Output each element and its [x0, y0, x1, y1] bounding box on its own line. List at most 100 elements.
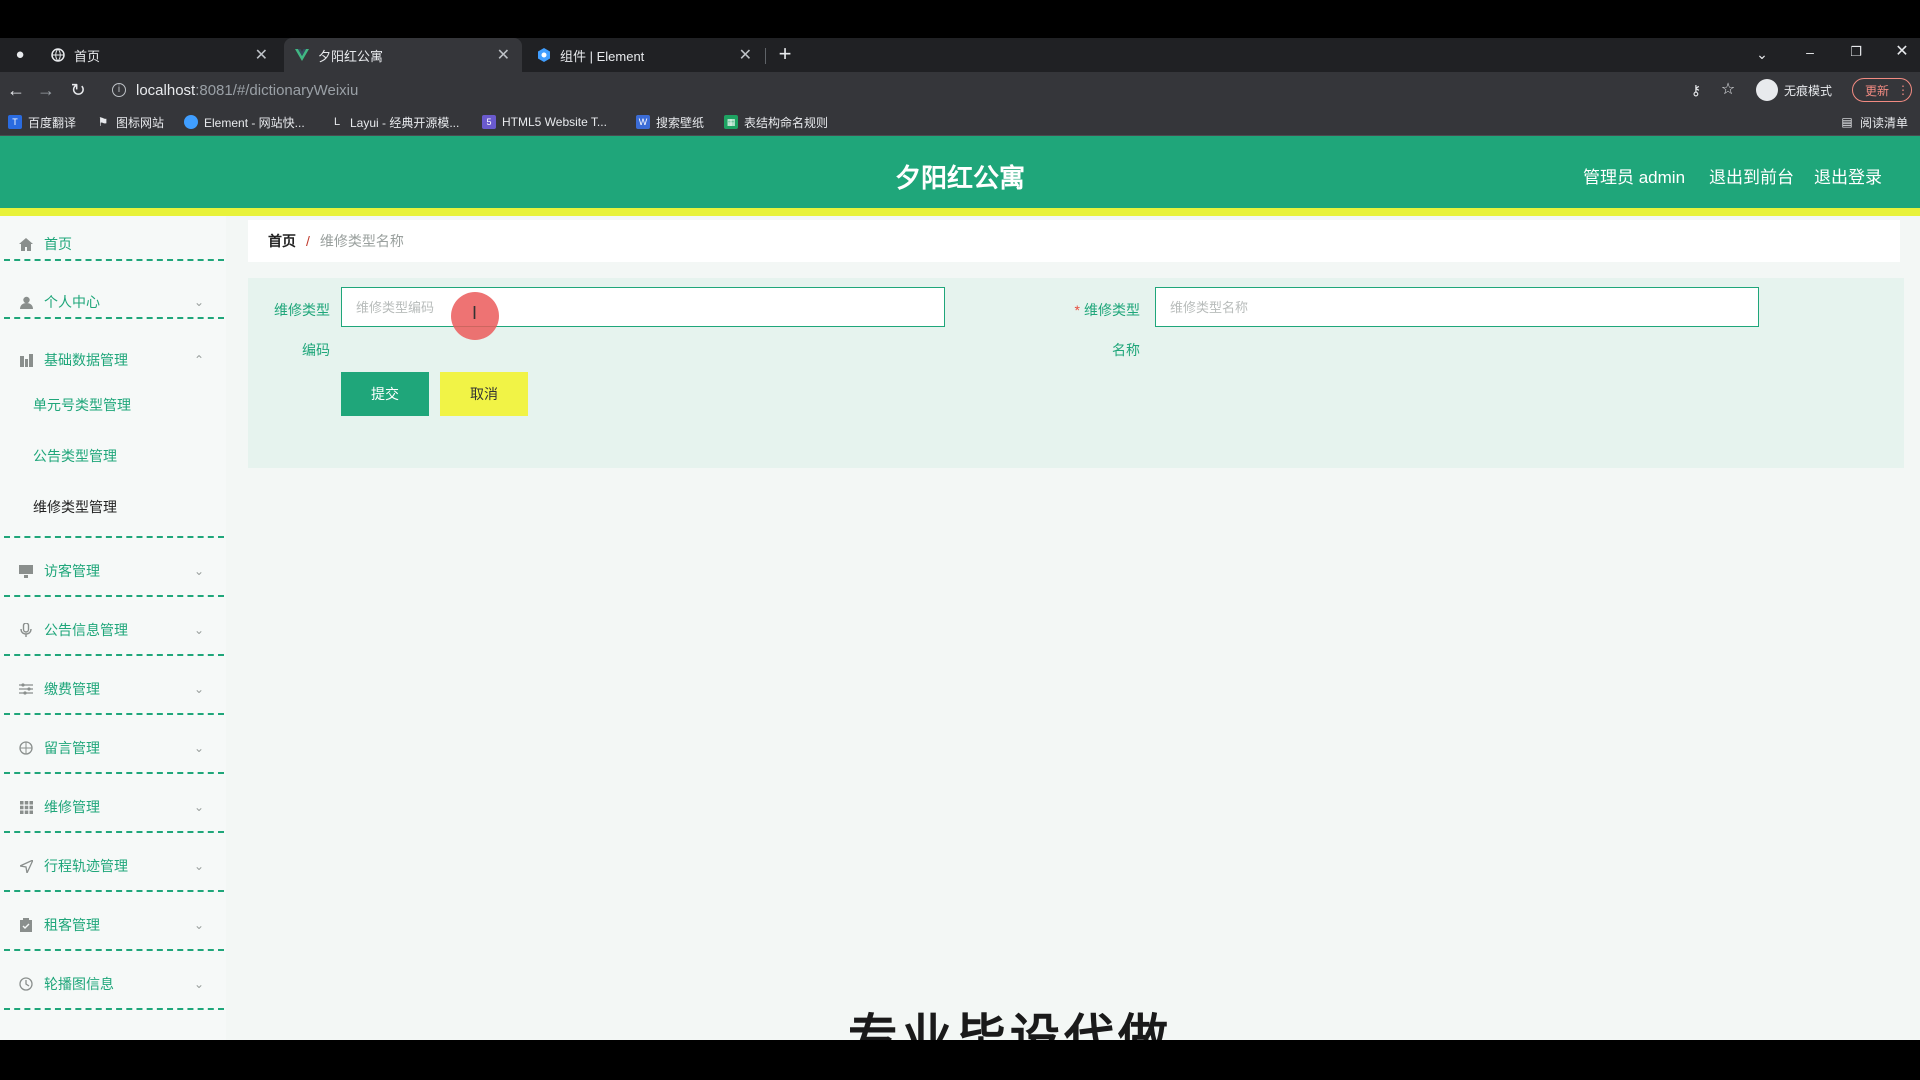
exit-to-front-link[interactable]: 退出到前台: [1709, 163, 1794, 188]
bookmark-item[interactable]: 5 HTML5 Website T...: [482, 113, 607, 131]
reload-icon[interactable]: ↻: [68, 80, 88, 100]
reading-list-button[interactable]: ▤ 阅读清单: [1840, 113, 1908, 131]
sidebar-subitem-notice-type[interactable]: 公告类型管理: [0, 433, 226, 479]
cancel-button[interactable]: 取消: [440, 372, 528, 416]
layui-icon: L: [333, 116, 341, 128]
text-cursor-icon: I: [472, 303, 478, 323]
reading-list-icon: ▤: [1841, 115, 1853, 129]
required-asterisk: *: [1074, 302, 1080, 318]
bookmark-item[interactable]: T 百度翻译: [8, 113, 76, 131]
key-icon[interactable]: ⚷: [1686, 80, 1706, 100]
sidebar-subitem-repair-type[interactable]: 维修类型管理: [0, 484, 226, 530]
location-arrow-icon: [18, 858, 34, 874]
window-close-icon[interactable]: ✕: [1892, 42, 1912, 62]
close-icon[interactable]: ✕: [255, 45, 268, 65]
code-field-label-suffix: 编码: [248, 340, 330, 360]
wallpaper-icon: W: [636, 115, 650, 129]
browser-tab-element[interactable]: 组件 | Element ✕: [526, 38, 764, 72]
sidebar-divider: [4, 259, 224, 261]
chevron-down-icon: ⌄: [193, 741, 204, 755]
sidebar-item-notice[interactable]: 公告信息管理 ⌄: [0, 602, 226, 658]
browser-menu-icon[interactable]: ●: [10, 45, 30, 65]
bookmark-item[interactable]: ▦ 表结构命名规则: [724, 113, 828, 131]
sliders-icon: [18, 681, 34, 697]
code-label-line2: 编码: [302, 342, 330, 358]
screen-bottom-bar: [0, 1040, 1920, 1080]
tab-search-chevron-icon[interactable]: ⌄: [1752, 44, 1772, 64]
chevron-down-icon: ⌄: [193, 564, 204, 578]
sidebar-divider: [4, 713, 224, 715]
window-restore-icon[interactable]: ❐: [1846, 42, 1866, 62]
clock-icon: [18, 976, 34, 992]
sidebar-item-basic-data[interactable]: 基础数据管理 ⌃: [0, 332, 226, 388]
name-field-label: * 维修类型: [1010, 300, 1140, 320]
sidebar-item-tenant[interactable]: 租客管理 ⌄: [0, 897, 226, 953]
submit-button[interactable]: 提交: [341, 372, 429, 416]
browser-tab-app[interactable]: 夕阳红公寓 ✕: [284, 38, 522, 72]
window-minimize-icon[interactable]: –: [1800, 42, 1820, 62]
bookmark-item[interactable]: W 搜索壁纸: [636, 113, 704, 131]
sidebar-item-payment[interactable]: 缴费管理 ⌄: [0, 661, 226, 717]
screen-top-bar: [0, 0, 1920, 38]
name-label-line1: 维修类型: [1084, 302, 1140, 318]
grid-icon: [18, 799, 34, 815]
site-info-icon[interactable]: i: [112, 83, 126, 97]
sidebar-subitem-label: 维修类型管理: [33, 499, 117, 515]
bookmark-label: Element - 网站快...: [204, 115, 305, 130]
code-field-label: 维修类型: [248, 300, 330, 320]
back-arrow-icon[interactable]: ←: [6, 80, 26, 100]
logout-link[interactable]: 退出登录: [1814, 163, 1882, 188]
sidebar-item-personal[interactable]: 个人中心 ⌄: [0, 274, 226, 330]
basketball-icon: [18, 740, 34, 756]
forward-arrow-icon[interactable]: →: [36, 80, 56, 100]
bookmark-label: 百度翻译: [28, 115, 77, 130]
browser-tab-title: 首页: [74, 48, 101, 64]
table-icon: ▦: [724, 115, 738, 129]
incognito-profile[interactable]: 无痕模式: [1756, 78, 1832, 102]
incognito-label: 无痕模式: [1784, 83, 1833, 98]
sidebar-item-label: 缴费管理: [44, 681, 100, 697]
sidebar-divider: [4, 831, 224, 833]
url-path: :8081/#/dictionaryWeixiu: [195, 81, 359, 99]
url-field[interactable]: i localhost:8081/#/dictionaryWeixiu: [100, 76, 1660, 104]
sidebar-divider: [4, 595, 224, 597]
close-icon[interactable]: ✕: [497, 45, 510, 65]
sidebar-divider: [4, 317, 224, 319]
repair-type-name-input[interactable]: [1155, 287, 1759, 327]
main-content: 首页 / 维修类型名称 维修类型 编码 *维修类型 名称 提交 取消: [248, 216, 1904, 1040]
sidebar-subitem-unit-type[interactable]: 单元号类型管理: [0, 382, 226, 428]
sidebar-item-track[interactable]: 行程轨迹管理 ⌄: [0, 838, 226, 894]
more-vert-icon: ⋮: [1897, 83, 1910, 97]
sidebar-item-message[interactable]: 留言管理 ⌄: [0, 720, 226, 776]
browser-tab-title: 夕阳红公寓: [318, 48, 384, 64]
repair-type-code-input[interactable]: [341, 287, 945, 327]
update-label: 更新: [1865, 83, 1890, 98]
breadcrumb-home-link[interactable]: 首页: [268, 231, 296, 251]
sidebar-item-home[interactable]: 首页: [0, 216, 226, 272]
bookmark-item[interactable]: ⚑ 图标网站: [96, 113, 164, 131]
chevron-down-icon: ⌄: [193, 918, 204, 932]
chevron-down-icon: ⌄: [193, 623, 204, 637]
flag-icon: ⚑: [97, 115, 109, 129]
sidebar-item-label: 维修管理: [44, 799, 100, 815]
update-button[interactable]: 更新 ⋮: [1852, 78, 1912, 102]
browser-tab-title: 组件 | Element: [560, 48, 645, 64]
new-tab-plus-icon[interactable]: +: [775, 43, 795, 65]
sidebar-item-visitor[interactable]: 访客管理 ⌄: [0, 543, 226, 599]
name-label-line2: 名称: [1112, 342, 1140, 358]
sidebar-item-label: 访客管理: [44, 563, 100, 579]
sidebar-item-repair[interactable]: 维修管理 ⌄: [0, 779, 226, 835]
incognito-icon: [1756, 79, 1778, 101]
breadcrumb: 首页 / 维修类型名称: [248, 220, 1900, 262]
name-field-label-suffix: 名称: [1010, 340, 1140, 360]
close-icon[interactable]: ✕: [739, 45, 752, 65]
browser-tab-home[interactable]: 首页 ✕: [40, 38, 280, 72]
bookmark-star-icon[interactable]: ☆: [1718, 80, 1738, 100]
bookmark-item[interactable]: Element - 网站快...: [184, 113, 305, 131]
sidebar-divider: [4, 890, 224, 892]
bookmark-item[interactable]: L Layui - 经典开源模...: [330, 113, 459, 131]
chevron-down-icon: ⌄: [193, 859, 204, 873]
sidebar-item-label: 基础数据管理: [44, 352, 128, 368]
sidebar-divider: [4, 772, 224, 774]
sidebar-item-carousel[interactable]: 轮播图信息 ⌄: [0, 956, 226, 1012]
